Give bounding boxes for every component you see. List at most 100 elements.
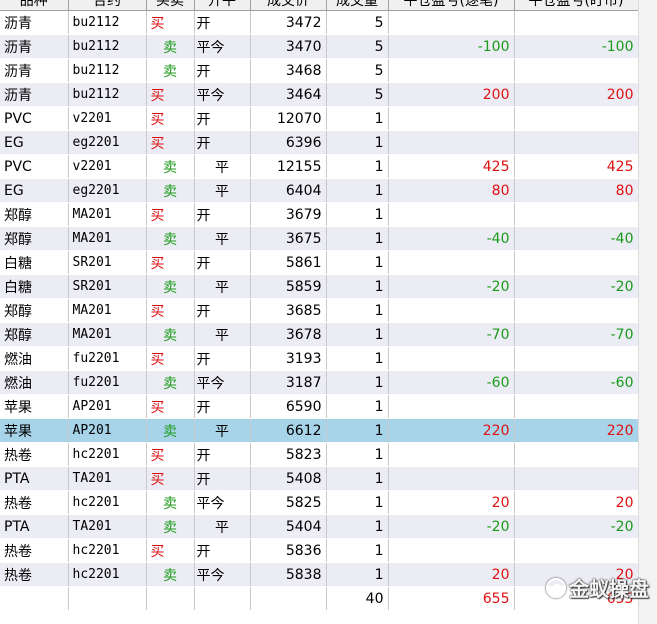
table-row[interactable]: 热卷 hc2201 买开 5836 1: [0, 538, 639, 563]
contract-cell: hc2201: [68, 538, 147, 563]
pnl-mark-to-market-cell: [514, 58, 639, 83]
col-header-volume[interactable]: 成交量: [326, 0, 389, 11]
table-row[interactable]: 白糖 SR201 卖平 5859 1 -20 -20: [0, 274, 639, 299]
contract-cell: fu2201: [68, 370, 147, 395]
direction-cell: 买: [146, 250, 195, 275]
contract-cell: bu2112: [68, 34, 147, 59]
direction-cell: 买: [146, 466, 195, 491]
table-row[interactable]: 白糖 SR201 买开 5861 1: [0, 250, 639, 275]
table-row[interactable]: 沥青 bu2112 卖开 3468 5: [0, 58, 639, 83]
table-row[interactable]: 热卷 hc2201 买开 5823 1: [0, 442, 639, 467]
pnl-mark-to-market-cell: -70: [514, 322, 639, 347]
col-header-product[interactable]: 品种: [0, 0, 69, 11]
price-cell: 5838: [250, 562, 327, 587]
table-row[interactable]: 郑醇 MA201 卖平 3675 1 -40 -40: [0, 226, 639, 251]
col-header-pnl-mark-to-market[interactable]: 平仓盈亏(盯市): [514, 0, 639, 11]
price-cell: 3464: [250, 82, 327, 107]
col-header-price[interactable]: 成交价: [250, 0, 327, 11]
vertical-scrollbar[interactable]: [638, 0, 657, 624]
table-row[interactable]: PTA TA201 买开 5408 1: [0, 466, 639, 491]
contract-cell: fu2201: [68, 346, 147, 371]
open-close-cell: 平: [194, 514, 251, 539]
table-row[interactable]: 沥青 bu2112 买开 3472 5: [0, 10, 639, 35]
pnl-per-trade-cell: 220: [388, 418, 515, 443]
contract-cell: AP201: [68, 418, 147, 443]
open-close-cell: 开: [194, 298, 251, 323]
pnl-per-trade-cell: 20: [388, 562, 515, 587]
table-row[interactable]: 郑醇 MA201 买开 3685 1: [0, 298, 639, 323]
table-row[interactable]: 热卷 hc2201 卖平今 5838 1 20 20: [0, 562, 639, 587]
total-volume: 40: [326, 586, 389, 611]
pnl-mark-to-market-cell: 425: [514, 154, 639, 179]
volume-cell: 1: [326, 178, 389, 203]
price-cell: 3193: [250, 346, 327, 371]
pnl-per-trade-cell: [388, 466, 515, 491]
product-cell: PVC: [0, 154, 69, 179]
volume-cell: 1: [326, 130, 389, 155]
product-cell: PTA: [0, 514, 69, 539]
product-cell: EG: [0, 130, 69, 155]
col-header-open-close[interactable]: 开平: [194, 0, 251, 11]
col-header-pnl-per-trade[interactable]: 平仓盈亏(逐笔): [388, 0, 515, 11]
price-cell: 3685: [250, 298, 327, 323]
pnl-per-trade-cell: [388, 538, 515, 563]
contract-cell: bu2112: [68, 10, 147, 35]
table-row[interactable]: 郑醇 MA201 卖平 3678 1 -70 -70: [0, 322, 639, 347]
open-close-cell: 开: [194, 106, 251, 131]
watermark-text: 金蚁操盘: [569, 577, 649, 601]
col-header-contract[interactable]: 合约: [68, 0, 147, 11]
direction-cell: 买: [146, 346, 195, 371]
price-cell: 5861: [250, 250, 327, 275]
product-cell: 沥青: [0, 10, 69, 35]
direction-cell: 卖: [146, 418, 195, 443]
price-cell: 5825: [250, 490, 327, 515]
pnl-mark-to-market-cell: [514, 346, 639, 371]
table-row[interactable]: PVC v2201 卖平 12155 1 425 425: [0, 154, 639, 179]
table-row[interactable]: 热卷 hc2201 卖平今 5825 1 20 20: [0, 490, 639, 515]
volume-cell: 1: [326, 442, 389, 467]
volume-cell: 1: [326, 538, 389, 563]
table-row[interactable]: PTA TA201 卖平 5404 1 -20 -20: [0, 514, 639, 539]
table-row[interactable]: 苹果 AP201 卖平 6612 1 220 220: [0, 418, 639, 443]
volume-cell: 1: [326, 274, 389, 299]
table-row[interactable]: 燃油 fu2201 买开 3193 1: [0, 346, 639, 371]
contract-cell: SR201: [68, 274, 147, 299]
pnl-mark-to-market-cell: 20: [514, 490, 639, 515]
product-cell: 郑醇: [0, 322, 69, 347]
contract-cell: MA201: [68, 322, 147, 347]
open-close-cell: 平今: [194, 490, 251, 515]
contract-cell: eg2201: [68, 178, 147, 203]
open-close-cell: 平: [194, 226, 251, 251]
open-close-cell: 平: [194, 178, 251, 203]
pnl-per-trade-cell: [388, 106, 515, 131]
pnl-per-trade-cell: -60: [388, 370, 515, 395]
brand-logo-icon: [546, 577, 566, 598]
table-row[interactable]: 燃油 fu2201 卖平今 3187 1 -60 -60: [0, 370, 639, 395]
table-row[interactable]: EG eg2201 卖平 6404 1 80 80: [0, 178, 639, 203]
open-close-cell: 平: [194, 418, 251, 443]
table-row[interactable]: EG eg2201 买开 6396 1: [0, 130, 639, 155]
contract-cell: TA201: [68, 514, 147, 539]
pnl-per-trade-cell: [388, 58, 515, 83]
pnl-mark-to-market-cell: [514, 442, 639, 467]
product-cell: 热卷: [0, 490, 69, 515]
contract-cell: AP201: [68, 394, 147, 419]
table-row[interactable]: 苹果 AP201 买开 6590 1: [0, 394, 639, 419]
table-row[interactable]: PVC v2201 买开 12070 1: [0, 106, 639, 131]
pnl-mark-to-market-cell: -60: [514, 370, 639, 395]
pnl-per-trade-cell: [388, 442, 515, 467]
table-row[interactable]: 沥青 bu2112 买平今 3464 5 200 200: [0, 82, 639, 107]
table-row[interactable]: 郑醇 MA201 买开 3679 1: [0, 202, 639, 227]
pnl-mark-to-market-cell: 200: [514, 82, 639, 107]
totals-empty-cell: [194, 586, 251, 611]
pnl-per-trade-cell: 80: [388, 178, 515, 203]
product-cell: 郑醇: [0, 298, 69, 323]
direction-cell: 卖: [146, 58, 195, 83]
product-cell: PVC: [0, 106, 69, 131]
table-row[interactable]: 沥青 bu2112 卖平今 3470 5 -100 -100: [0, 34, 639, 59]
contract-cell: MA201: [68, 202, 147, 227]
price-cell: 3675: [250, 226, 327, 251]
price-cell: 3679: [250, 202, 327, 227]
price-cell: 6404: [250, 178, 327, 203]
col-header-direction[interactable]: 买卖: [146, 0, 195, 11]
